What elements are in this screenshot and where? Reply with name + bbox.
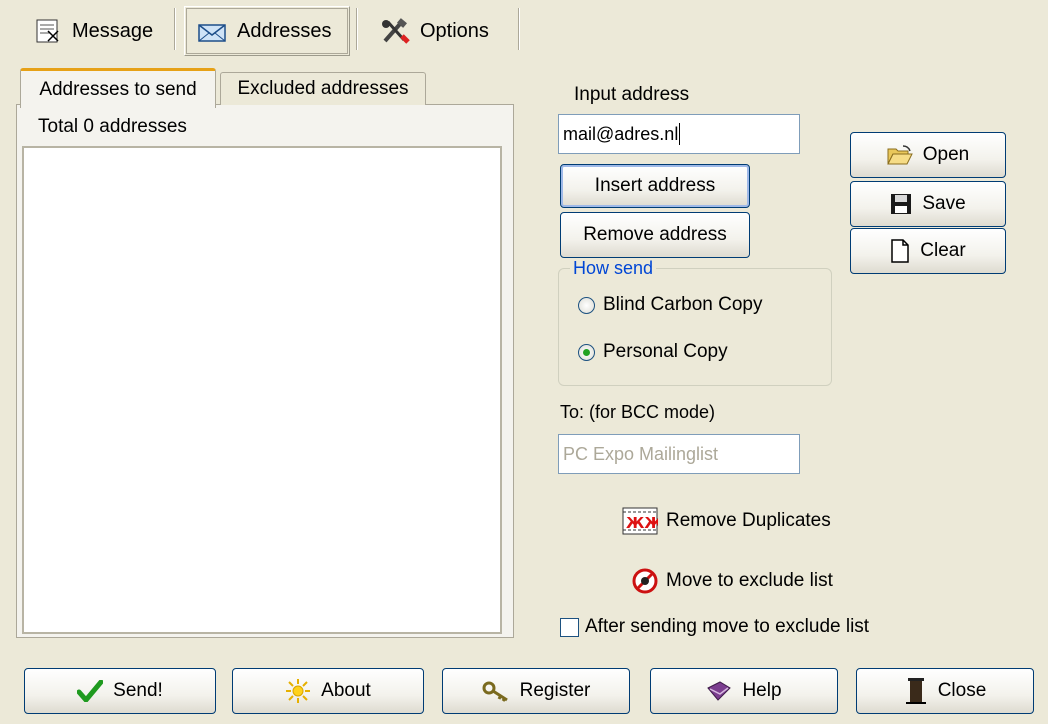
radio-circle[interactable]	[578, 296, 595, 314]
remove-duplicates-icon: ЖЖ	[622, 506, 663, 536]
move-to-exclude-label: Move to exclude list	[666, 570, 833, 591]
input-address-label: Input address	[574, 84, 690, 105]
insert-address-button[interactable]: Insert address	[560, 164, 750, 208]
clear-label: Clear	[920, 240, 966, 261]
remove-address-label: Remove address	[583, 224, 727, 245]
tools-icon	[380, 16, 410, 46]
tab-separator	[174, 8, 176, 50]
tab-message-label: Message	[72, 19, 154, 42]
tab-separator	[518, 8, 520, 50]
how-send-legend: How send	[570, 258, 657, 279]
floppy-disk-icon	[890, 193, 912, 215]
blank-page-icon	[890, 239, 910, 263]
save-button[interactable]: Save	[850, 181, 1006, 227]
open-button[interactable]: Open	[850, 132, 1006, 178]
tab-separator	[356, 8, 358, 50]
tab-addresses-to-send-label: Addresses to send	[39, 78, 197, 100]
register-label: Register	[519, 680, 591, 701]
message-icon	[34, 17, 62, 45]
how-send-group	[558, 268, 832, 386]
radio-personal-label: Personal Copy	[603, 341, 728, 362]
input-address-value: mail@adres.nl	[563, 123, 679, 144]
clear-button[interactable]: Clear	[850, 228, 1006, 274]
after-sending-label: After sending move to exclude list	[585, 616, 870, 637]
insert-address-label: Insert address	[594, 175, 716, 196]
remove-duplicates-label: Remove Duplicates	[666, 510, 831, 531]
remove-duplicates-action[interactable]: ЖЖ Remove Duplicates	[622, 506, 831, 536]
send-button[interactable]: Send!	[24, 668, 216, 714]
radio-blind-carbon-copy[interactable]: Blind Carbon Copy	[578, 294, 762, 316]
tab-addresses[interactable]: Addresses	[184, 6, 350, 56]
bcc-to-label: To: (for BCC mode)	[560, 402, 716, 422]
close-button[interactable]: Close	[856, 668, 1034, 714]
open-label: Open	[922, 144, 970, 165]
key-icon	[482, 680, 510, 702]
bcc-to-field[interactable]: PC Expo Mailinglist	[558, 434, 800, 474]
radio-personal-copy[interactable]: Personal Copy	[578, 341, 728, 363]
open-folder-icon	[886, 144, 913, 166]
help-label: Help	[742, 680, 782, 701]
tab-options[interactable]: Options	[368, 6, 514, 56]
radio-dot	[583, 348, 590, 356]
text-cursor	[679, 123, 681, 145]
register-button[interactable]: Register	[442, 668, 630, 714]
checkbox-box[interactable]	[560, 617, 579, 637]
checkmark-icon	[76, 679, 104, 704]
envelope-icon	[197, 19, 227, 43]
sun-icon	[285, 678, 311, 704]
input-address-field[interactable]: mail@adres.nl	[558, 114, 800, 154]
exit-door-icon	[904, 677, 928, 705]
after-sending-checkbox[interactable]: After sending move to exclude list	[560, 616, 869, 638]
about-button[interactable]: About	[232, 668, 424, 714]
total-addresses-label: Total 0 addresses	[38, 116, 187, 137]
help-button[interactable]: Help	[650, 668, 838, 714]
tab-message[interactable]: Message	[22, 6, 170, 56]
svg-text:ЖЖ: ЖЖ	[626, 514, 658, 532]
tab-addresses-to-send[interactable]: Addresses to send	[20, 68, 216, 108]
no-entry-icon	[632, 568, 658, 594]
radio-circle-selected[interactable]	[578, 343, 595, 361]
address-list[interactable]	[22, 146, 502, 634]
about-label: About	[321, 680, 371, 701]
tab-addresses-label: Addresses	[237, 19, 332, 42]
move-to-exclude-action[interactable]: Move to exclude list	[632, 568, 833, 594]
save-label: Save	[922, 193, 966, 214]
bcc-to-value: PC Expo Mailinglist	[563, 443, 719, 464]
tab-options-label: Options	[420, 19, 489, 42]
tab-excluded-addresses[interactable]: Excluded addresses	[220, 72, 426, 105]
send-label: Send!	[113, 680, 163, 701]
help-book-icon	[706, 680, 732, 702]
radio-bcc-label: Blind Carbon Copy	[603, 294, 763, 315]
tab-excluded-addresses-label: Excluded addresses	[237, 78, 409, 99]
remove-address-button[interactable]: Remove address	[560, 212, 750, 258]
close-label: Close	[937, 680, 987, 701]
